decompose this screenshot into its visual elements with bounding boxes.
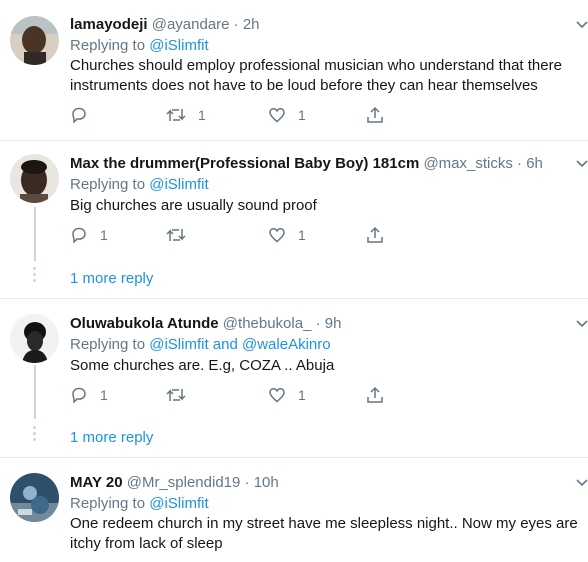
reply-tweet[interactable]: Oluwabukola Atunde @thebukola_ · 9h Repl…: [0, 299, 588, 457]
replies-feed: lamayodeji @ayandare · 2h Replying to @i…: [0, 0, 588, 562]
replying-to-line: Replying to @iSlimfit: [70, 176, 209, 194]
thread-dots: [33, 426, 37, 444]
separator-dot: ·: [517, 155, 523, 172]
chevron-down-icon[interactable]: [576, 160, 588, 168]
chevron-down-icon[interactable]: [576, 479, 588, 487]
reply-button[interactable]: 1: [70, 385, 108, 405]
replying-to-label: Replying to: [70, 37, 146, 54]
thread-dots: [33, 267, 37, 285]
user-handle[interactable]: @max_sticks: [423, 155, 512, 172]
user-handle[interactable]: @thebukola_: [223, 315, 312, 332]
show-more-replies-link[interactable]: 1 more reply: [70, 429, 153, 447]
tweet-header: lamayodeji @ayandare · 2h: [70, 16, 260, 34]
display-name[interactable]: Oluwabukola Atunde: [70, 315, 219, 332]
like-icon: [269, 388, 285, 403]
user-handle[interactable]: @Mr_splendid19: [127, 474, 241, 491]
like-count: 1: [298, 107, 306, 123]
separator-dot: ·: [233, 16, 239, 33]
reply-button[interactable]: [70, 105, 100, 125]
avatar[interactable]: [10, 314, 59, 363]
share-button[interactable]: [366, 385, 384, 405]
tweet-actions: 1 1: [70, 385, 390, 405]
tweet-text: Big churches are usually sound proof: [70, 197, 317, 214]
tweet-actions: 1 1: [70, 105, 390, 125]
mention-link[interactable]: @iSlimfit: [149, 176, 208, 193]
retweet-count: 1: [198, 107, 206, 123]
replying-to-line: Replying to @iSlimfit: [70, 495, 209, 513]
avatar[interactable]: [10, 154, 59, 203]
tweet-header: Oluwabukola Atunde @thebukola_ · 9h: [70, 315, 341, 333]
retweet-button[interactable]: [166, 385, 198, 405]
separator-dot: ·: [244, 474, 250, 491]
tweet-header: Max the drummer(Professional Baby Boy) 1…: [70, 155, 543, 173]
chevron-down-icon[interactable]: [576, 21, 588, 29]
mention-link[interactable]: @waleAkinro: [242, 336, 331, 353]
mention-link[interactable]: @iSlimfit: [149, 495, 208, 512]
mention-link[interactable]: @iSlimfit: [149, 37, 208, 54]
replying-to-line: Replying to @iSlimfit and @waleAkinro: [70, 336, 331, 354]
like-count: 1: [298, 387, 306, 403]
retweet-button[interactable]: 1: [166, 105, 206, 125]
retweet-icon: [166, 229, 186, 241]
reply-count: 1: [100, 387, 108, 403]
tweet-text: One redeem church in my street have me s…: [70, 515, 578, 552]
share-icon: [367, 106, 383, 123]
reply-tweet[interactable]: Max the drummer(Professional Baby Boy) 1…: [0, 141, 588, 298]
timestamp[interactable]: 6h: [526, 155, 543, 172]
thread-line: [34, 365, 36, 419]
reply-icon: [72, 227, 86, 244]
like-button[interactable]: 1: [268, 225, 306, 245]
reply-icon: [72, 107, 86, 124]
mention-link[interactable]: @iSlimfit: [149, 336, 208, 353]
display-name[interactable]: Max the drummer(Professional Baby Boy) 1…: [70, 155, 419, 172]
share-button[interactable]: [366, 105, 384, 125]
like-count: 1: [298, 227, 306, 243]
avatar[interactable]: [10, 16, 59, 65]
retweet-icon: [166, 389, 186, 401]
like-button[interactable]: 1: [268, 105, 306, 125]
reply-button[interactable]: 1: [70, 225, 108, 245]
tweet-actions: 1 1: [70, 225, 390, 245]
replying-to-label: Replying to: [70, 495, 146, 512]
reply-tweet[interactable]: lamayodeji @ayandare · 2h Replying to @i…: [0, 0, 588, 140]
reply-tweet[interactable]: MAY 20 @Mr_splendid19 · 10h Replying to …: [0, 458, 588, 562]
replying-to-label: Replying to: [70, 336, 146, 353]
share-icon: [367, 226, 383, 243]
tweet-text: Churches should employ professional musi…: [70, 57, 562, 94]
show-more-replies-link[interactable]: 1 more reply: [70, 270, 153, 288]
separator-dot: ·: [315, 315, 321, 332]
replying-to-label: Replying to: [70, 176, 146, 193]
tweet-text: Some churches are. E.g, COZA .. Abuja: [70, 357, 335, 374]
avatar[interactable]: [10, 473, 59, 522]
display-name[interactable]: MAY 20: [70, 474, 123, 491]
replying-to-line: Replying to @iSlimfit: [70, 37, 209, 55]
user-handle[interactable]: @ayandare: [152, 16, 230, 33]
timestamp[interactable]: 9h: [325, 315, 342, 332]
retweet-icon: [166, 109, 186, 121]
like-button[interactable]: 1: [268, 385, 306, 405]
like-icon: [269, 108, 285, 123]
timestamp[interactable]: 2h: [243, 16, 260, 33]
timestamp[interactable]: 10h: [254, 474, 279, 491]
retweet-button[interactable]: [166, 225, 198, 245]
share-button[interactable]: [366, 225, 384, 245]
reply-count: 1: [100, 227, 108, 243]
like-icon: [269, 228, 285, 243]
display-name[interactable]: lamayodeji: [70, 16, 148, 33]
reply-icon: [72, 387, 86, 404]
replying-and-label: and: [212, 336, 238, 353]
thread-line: [34, 207, 36, 261]
share-icon: [367, 386, 383, 403]
tweet-header: MAY 20 @Mr_splendid19 · 10h: [70, 474, 279, 492]
chevron-down-icon[interactable]: [576, 320, 588, 328]
